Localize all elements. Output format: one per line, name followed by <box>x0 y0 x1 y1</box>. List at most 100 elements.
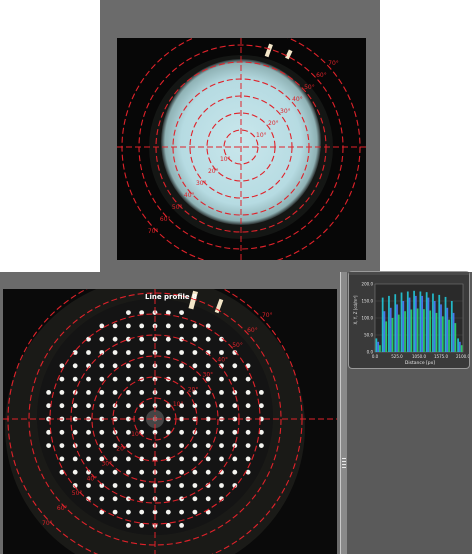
bar <box>454 323 457 352</box>
calibration-dot <box>86 456 91 462</box>
calibration-dot <box>192 496 198 502</box>
calibration-dot <box>192 469 198 475</box>
angle-label: 10° <box>131 431 142 438</box>
calibration-dot <box>245 456 251 462</box>
bar <box>419 291 422 352</box>
calibration-dot <box>126 456 131 462</box>
calibration-dot <box>46 390 51 395</box>
bar <box>448 319 450 352</box>
calibration-dot <box>126 350 131 355</box>
angle-label: 40° <box>184 192 195 199</box>
x-tick-label: 0.0 <box>372 354 379 359</box>
calibration-dot <box>139 469 145 475</box>
bar <box>402 301 405 352</box>
bar <box>458 341 461 352</box>
bar <box>440 304 442 352</box>
bar <box>413 290 415 352</box>
calibration-dot <box>86 376 91 382</box>
calibration-dot <box>205 456 211 462</box>
line-profile-chart[interactable]: X, Y, Z [cd/m²] Distance [px] 0.0 50.0 100… <box>348 271 470 369</box>
calibration-dot <box>179 390 185 395</box>
calibration-dot <box>86 336 91 342</box>
angle-label: 50° <box>232 342 243 349</box>
calibration-dot <box>112 496 118 502</box>
bar <box>416 308 419 352</box>
vertical-splitter[interactable] <box>340 272 348 554</box>
line-profile-title: Line profile 8 <box>145 293 197 301</box>
calibration-dot <box>179 310 185 315</box>
bar <box>396 304 398 352</box>
calibration-dot <box>72 429 78 435</box>
calibration-dot <box>205 390 211 395</box>
bar <box>385 321 388 352</box>
calibration-dot <box>59 390 65 395</box>
calibration-dot <box>59 456 65 462</box>
calibration-dot <box>126 310 131 315</box>
calibration-dot <box>179 429 185 435</box>
calibration-dot <box>72 363 78 369</box>
chart-canvas: X, Y, Z [cd/m²] Distance [px] 0.0 50.0 100… <box>349 272 470 366</box>
calibration-dot <box>259 403 264 409</box>
angle-label: 40° <box>292 96 303 103</box>
angle-label: 70° <box>328 60 339 67</box>
calibration-dot <box>192 509 198 515</box>
bar <box>441 316 444 352</box>
angle-label: 10° <box>220 156 231 163</box>
bar <box>457 338 459 352</box>
calibration-dot <box>165 429 171 435</box>
bar <box>429 310 432 352</box>
calibration-dot <box>139 443 145 448</box>
calibration-dot <box>205 443 211 448</box>
chart-header <box>349 272 469 275</box>
calibration-dot <box>205 469 211 475</box>
bar <box>427 297 430 352</box>
calibration-dot <box>99 363 105 369</box>
y-tick-label: 150.0 <box>362 299 374 304</box>
angle-label: 30° <box>101 461 112 468</box>
calibration-dot <box>99 336 105 342</box>
calibration-dot <box>72 403 78 409</box>
bar <box>406 291 409 352</box>
calibration-dot <box>232 376 238 382</box>
bar <box>379 345 381 352</box>
calibration-dot <box>192 323 198 329</box>
bar <box>450 301 453 352</box>
calibration-dot <box>86 429 91 435</box>
calibration-dot <box>46 403 51 409</box>
bar <box>389 307 392 352</box>
y-tick-label: 100.0 <box>362 316 374 321</box>
calibration-dot <box>72 469 78 475</box>
calibration-dot <box>179 323 185 329</box>
calibration-dot <box>139 509 145 515</box>
calibration-dot <box>126 523 131 528</box>
calibration-dot <box>205 336 211 342</box>
calibration-dot <box>219 429 224 435</box>
calibration-dot <box>165 483 171 488</box>
x-tick-label: 525.0 <box>391 354 403 359</box>
calibration-dot <box>59 429 65 435</box>
calibration-dot <box>259 390 264 395</box>
calibration-dot <box>86 443 91 448</box>
angle-label: 70° <box>42 520 53 527</box>
angle-label: 50° <box>304 84 315 91</box>
bottom-camera-view[interactable]: 10° 10° 20° 20° 30° 30° 40° 40° 50° 50° 60° 60° 70° 7… <box>3 289 337 554</box>
calibration-dot <box>192 350 198 355</box>
bar <box>423 309 425 352</box>
calibration-dot <box>112 483 118 488</box>
calibration-dot <box>179 336 185 342</box>
calibration-dot <box>99 469 105 475</box>
bar <box>444 296 447 352</box>
angle-label: 40° <box>217 357 228 364</box>
angle-label: 20° <box>188 386 199 393</box>
calibration-dot <box>86 350 91 355</box>
calibration-dot <box>205 363 211 369</box>
splitter-grip-icon[interactable] <box>341 454 347 468</box>
calibration-dot <box>59 376 65 382</box>
bar <box>421 295 424 352</box>
calibration-dot <box>139 496 145 502</box>
calibration-dot <box>179 443 185 448</box>
top-camera-view[interactable]: 10° 10° 20° 20° 30° 30° 40° 40° 50° 50° 60° 60° 70° 7… <box>117 38 366 260</box>
bottom-view-overlay: 10°10°20°20°30°30°40°40°50°50°60°60°70°7… <box>3 289 337 554</box>
calibration-dot <box>126 469 131 475</box>
calibration-dot <box>99 390 105 395</box>
